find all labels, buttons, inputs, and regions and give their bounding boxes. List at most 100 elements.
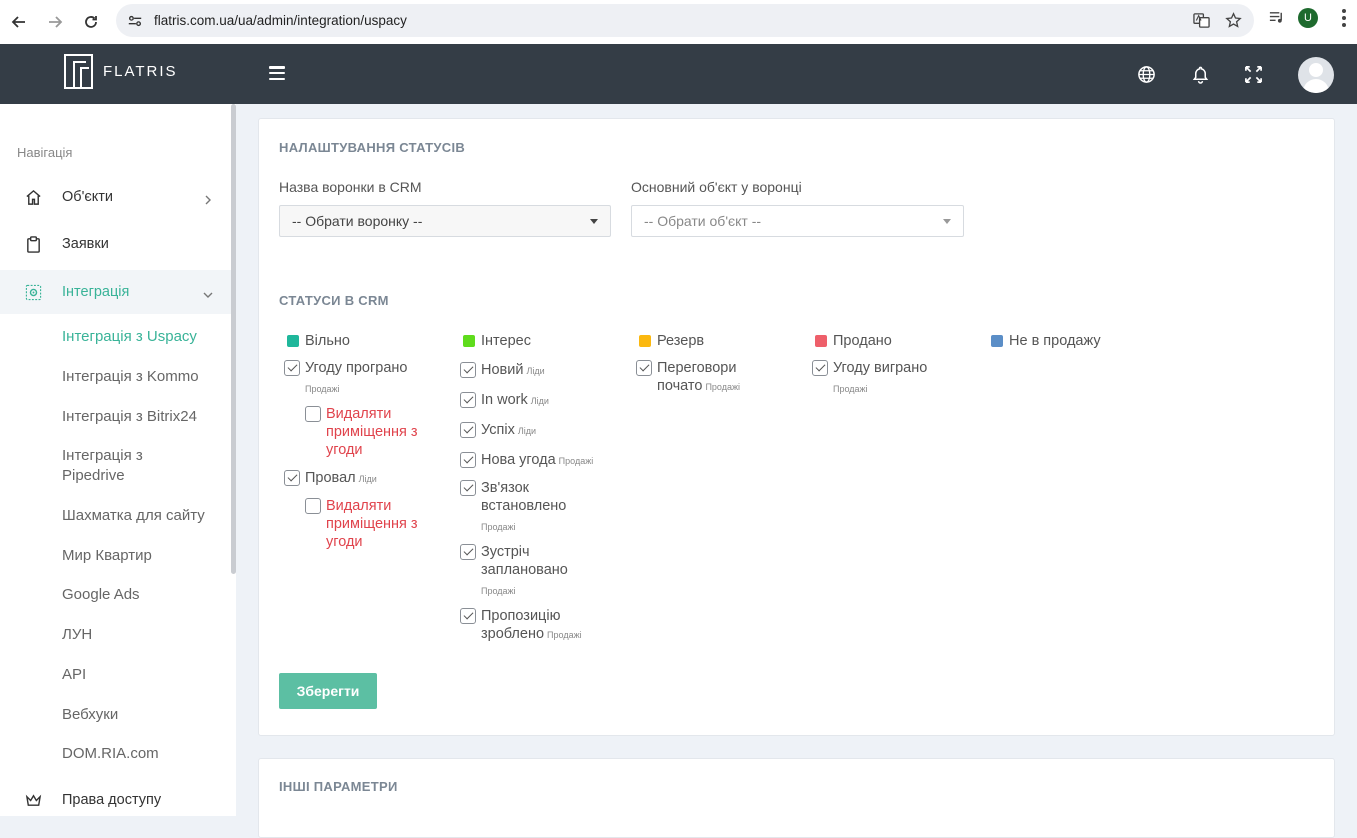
other-params-card: ІНШІ ПАРАМЕТРИ [258,758,1335,838]
save-button[interactable]: Зберегти [279,673,377,709]
sidebar-subitem-pipedrive[interactable]: Інтеграція з Pipedrive [62,446,182,486]
sidebar-item-requests[interactable]: Заявки [0,222,231,266]
chevron-right-icon [203,192,213,205]
browser-toolbar: flatris.com.ua/ua/admin/integration/uspa… [0,0,1357,44]
integration-icon [24,283,42,301]
sidebar-item-label: Права доступу [62,792,162,808]
browser-profile-avatar[interactable]: U [1298,8,1318,28]
option-tag: Продажі [481,586,516,596]
option-label: In work [481,392,528,408]
checkbox[interactable] [284,470,300,486]
status-option[interactable]: Угоду виграно Продажі [812,359,927,398]
status-option[interactable]: Нова угода Продажі [460,451,593,470]
funnel-select[interactable]: -- Обрати воронку -- [279,205,611,237]
status-option[interactable]: Успіх Ліди [460,421,536,440]
sidebar-subitem-domria[interactable]: DOM.RIA.com [62,744,222,764]
sidebar-subitem-kommo[interactable]: Інтеграція з Kommo [62,367,222,387]
status-option[interactable]: Пропозицію зроблено Продажі [460,607,600,644]
sidebar-subitem-chessboard[interactable]: Шахматка для сайту [62,506,222,526]
sidebar-subitem-api[interactable]: API [62,665,222,685]
sidebar-item-label: Заявки [62,236,109,252]
option-tag: Продажі [547,630,582,640]
sidebar-subitem-google-ads[interactable]: Google Ads [62,585,222,605]
funnel-label: Назва воронки в CRM [279,179,422,195]
status-name: Вільно [305,333,350,349]
checkbox[interactable] [460,362,476,378]
status-column-interest: Інтерес [463,331,531,351]
url-text[interactable]: flatris.com.ua/ua/admin/integration/uspa… [154,13,407,28]
sidebar-subitem-webhooks[interactable]: Вебхуки [62,705,222,725]
checkbox[interactable] [460,392,476,408]
sidebar-item-access-rights[interactable]: Права доступу [0,778,231,822]
checkbox[interactable] [460,422,476,438]
fullscreen-icon[interactable] [1243,64,1263,84]
sidebar-item-label: Інтеграція [62,284,130,300]
forward-arrow-icon[interactable] [41,8,69,36]
sidebar-item-label: Об'єкти [62,189,113,205]
checkbox[interactable] [636,360,652,376]
option-tag: Продажі [833,384,868,394]
sidebar-subitem-bitrix24[interactable]: Інтеграція з Bitrix24 [62,407,222,427]
checkbox[interactable] [460,452,476,468]
status-option[interactable]: Переговори почато Продажі [636,359,766,396]
status-column-not-for-sale: Не в продажу [991,331,1101,351]
status-option[interactable]: Зв'язок встановлено Продажі [460,479,590,536]
option-label: Провал [305,470,356,486]
sidebar-scrollbar[interactable] [231,104,236,574]
card-title: НАЛАШТУВАННЯ СТАТУСІВ [279,140,466,155]
menu-toggle-icon[interactable] [269,66,285,80]
status-option[interactable]: Видаляти приміщення з угоди [305,405,435,459]
browser-menu-icon[interactable] [1342,9,1346,27]
checkbox[interactable] [812,360,828,376]
bookmark-star-icon[interactable] [1224,11,1242,29]
translate-icon[interactable] [1192,11,1210,29]
checkbox[interactable] [305,498,321,514]
status-option[interactable]: Зустріч заплановано Продажі [460,543,590,600]
statuses-title: СТАТУСИ В CRM [279,293,389,308]
status-option[interactable]: In work Ліди [460,391,549,410]
sidebar-item-objects[interactable]: Об'єкти [0,175,231,219]
sidebar-item-integration[interactable]: Інтеграція [0,270,231,314]
bell-icon[interactable] [1190,64,1210,84]
status-color-swatch [815,335,827,347]
option-label: Угоду програно [305,360,408,376]
sidebar-subitem-lun[interactable]: ЛУН [62,625,222,645]
option-tag: Продажі [481,522,516,532]
status-color-swatch [991,335,1003,347]
checkbox[interactable] [460,544,476,560]
status-name: Інтерес [481,333,531,349]
globe-icon[interactable] [1136,64,1156,84]
status-option[interactable]: Видаляти приміщення з угоди [305,497,435,551]
caret-down-icon [943,219,951,224]
reload-icon[interactable] [77,8,105,36]
address-bar[interactable]: flatris.com.ua/ua/admin/integration/uspa… [116,4,1254,37]
clipboard-icon [24,235,42,253]
site-settings-icon[interactable] [126,12,144,30]
option-tag: Ліди [358,474,377,484]
checkbox[interactable] [460,608,476,624]
option-tag: Продажі [558,456,594,466]
status-option[interactable]: Угоду програно Продажі [284,359,407,398]
status-column-reserve: Резерв [639,331,704,351]
user-avatar[interactable] [1298,57,1334,93]
option-tag: Ліди [526,366,545,376]
option-label: Успіх [481,422,515,438]
object-select[interactable]: -- Обрати об'єкт -- [631,205,964,237]
sidebar-subitem-mir-kvartir[interactable]: Мир Квартир [62,546,222,566]
checkbox[interactable] [284,360,300,376]
home-icon [24,188,42,206]
back-arrow-icon[interactable] [5,8,33,36]
status-option[interactable]: Провал Ліди [284,469,377,488]
media-control-icon[interactable] [1268,9,1286,27]
option-tag: Ліди [517,426,537,436]
checkbox[interactable] [460,480,476,496]
sidebar-subitem-uspacy[interactable]: Інтеграція з Uspacy [62,327,222,347]
logo[interactable]: FLATRIS [64,54,178,89]
crown-icon [24,791,42,809]
checkbox[interactable] [305,406,321,422]
app-header: FLATRIS [0,44,1357,104]
status-option[interactable]: Новий Ліди [460,361,545,380]
status-name: Продано [833,333,892,349]
option-label: Зв'язок встановлено [481,480,567,514]
card-title: ІНШІ ПАРАМЕТРИ [279,779,398,794]
